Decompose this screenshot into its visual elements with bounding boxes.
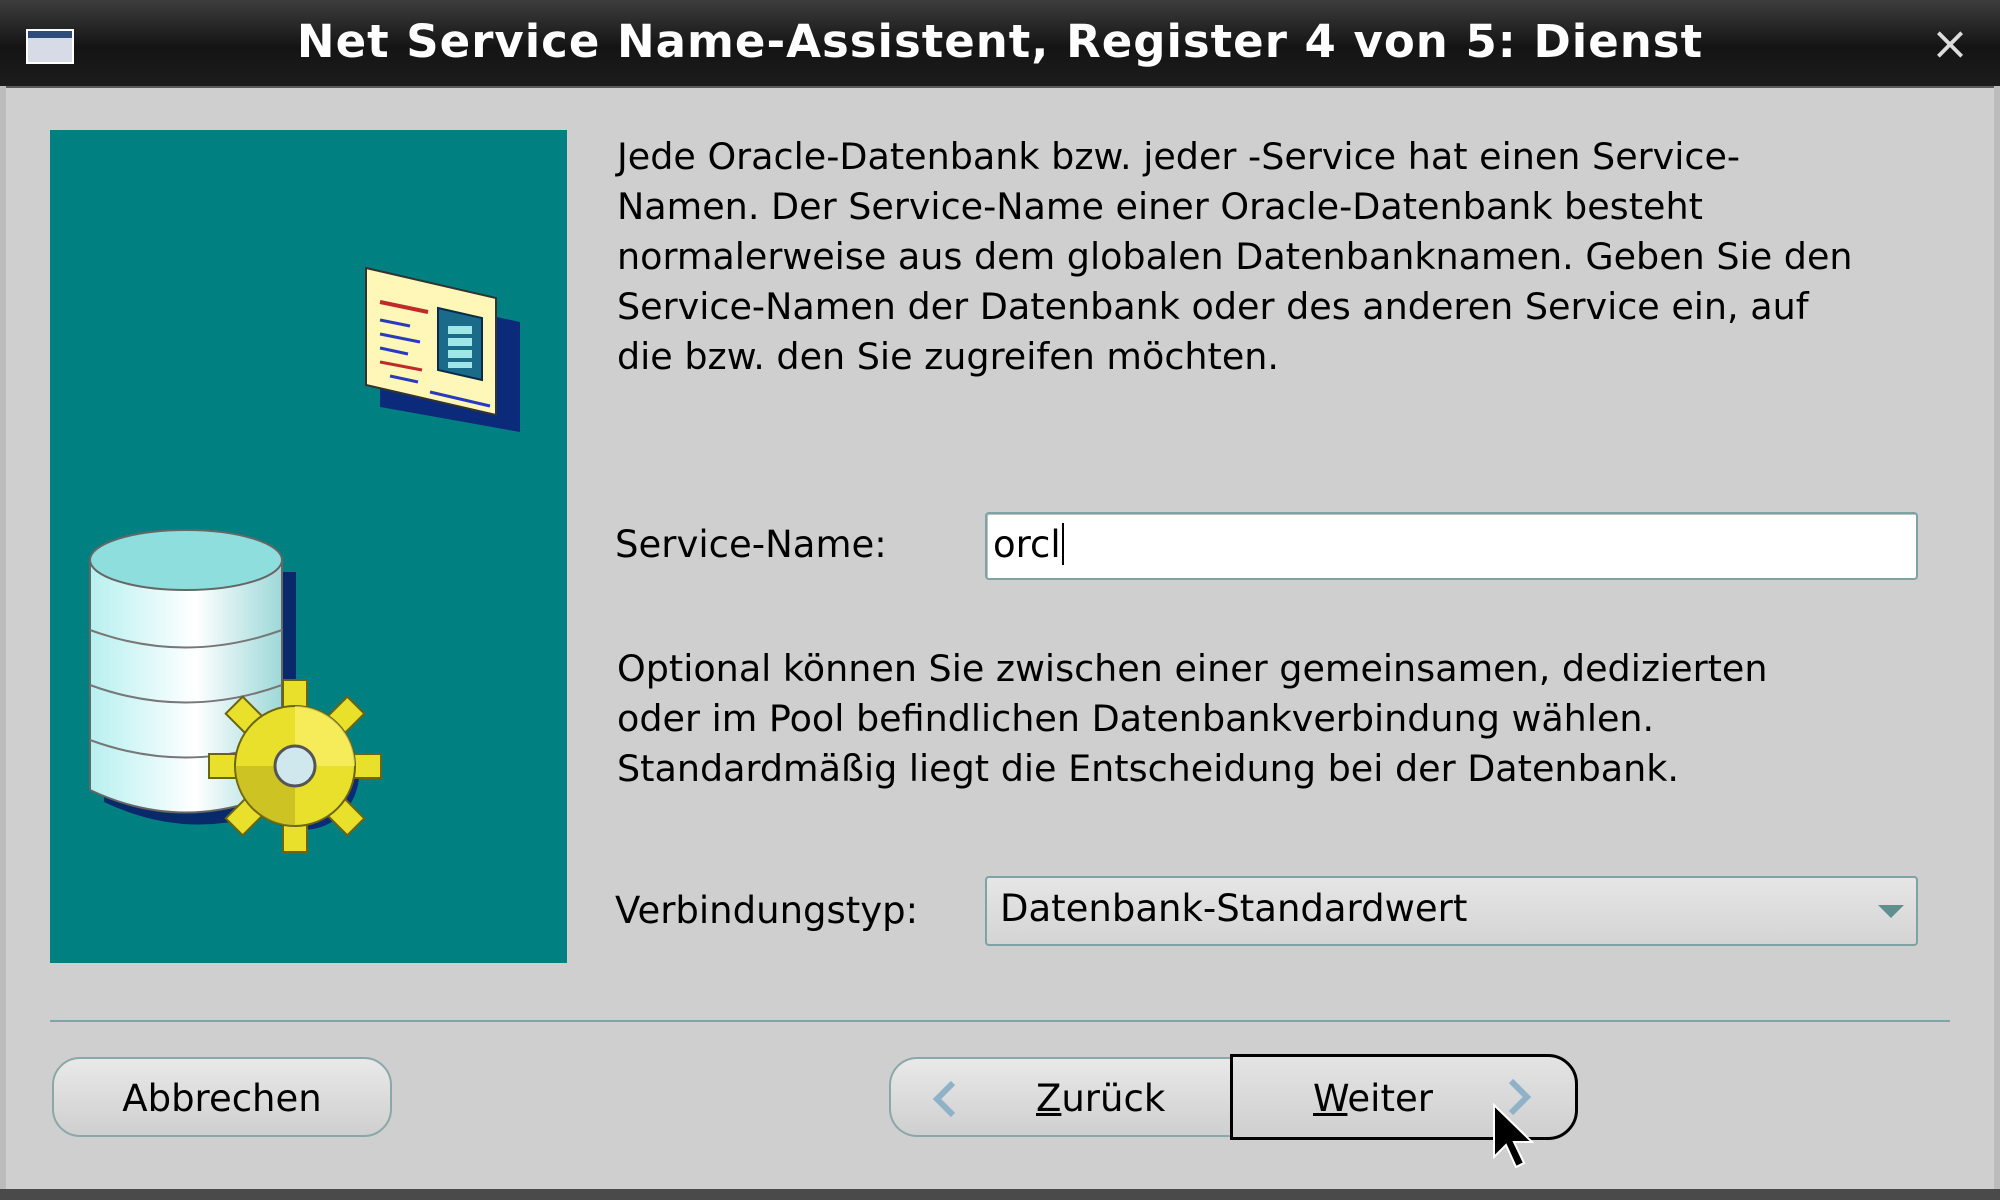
back-button[interactable]: Zurück xyxy=(889,1057,1233,1137)
button-separator xyxy=(50,1020,1950,1022)
wizard-illustration xyxy=(50,130,567,963)
window-title: Net Service Name-Assistent, Register 4 v… xyxy=(296,15,1704,68)
connection-type-value: Datenbank-Standardwert xyxy=(1000,887,1468,930)
connection-type-label: Verbindungstyp: xyxy=(615,889,919,932)
title-bar[interactable]: Net Service Name-Assistent, Register 4 v… xyxy=(0,0,2000,88)
wizard-window: Net Service Name-Assistent, Register 4 v… xyxy=(0,0,2000,1200)
document-icon xyxy=(365,266,520,432)
close-icon[interactable]: × xyxy=(1925,18,1975,68)
illustration-graphic xyxy=(89,266,520,853)
intro-text: Jede Oracle-Datenbank bzw. jeder -Servic… xyxy=(617,135,1853,378)
window-frame-left xyxy=(0,86,6,1189)
chevron-down-icon[interactable] xyxy=(1878,905,1904,918)
cancel-button[interactable]: Abbrechen xyxy=(52,1057,392,1137)
cancel-button-label: Abbrechen xyxy=(122,1077,322,1120)
next-button-label: Weiter xyxy=(1313,1077,1433,1120)
mouse-pointer-icon xyxy=(1493,1103,1535,1169)
service-name-label: Service-Name: xyxy=(615,523,887,566)
service-name-input[interactable]: orcl xyxy=(985,512,1918,580)
connection-type-select[interactable]: Datenbank-Standardwert xyxy=(985,876,1918,946)
window-frame-bottom xyxy=(0,1189,2000,1200)
back-button-label: Zurück xyxy=(1036,1077,1166,1120)
connection-description: Optional können Sie zwischen einer gemei… xyxy=(617,647,1768,790)
service-name-value: orcl xyxy=(993,523,1064,566)
chevron-left-icon xyxy=(932,1080,956,1118)
window-frame-right xyxy=(1994,86,2000,1189)
gear-icon xyxy=(208,679,382,853)
